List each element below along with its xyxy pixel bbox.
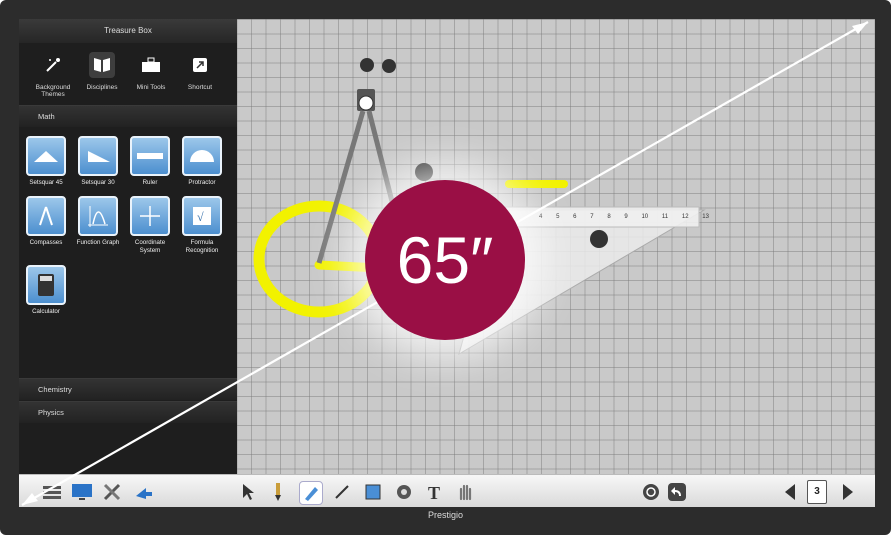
section-physics[interactable]: Physics	[19, 401, 237, 423]
tool-label: Ruler	[142, 179, 158, 186]
tool-label: Calculator	[32, 308, 60, 315]
section-math[interactable]: Math	[19, 105, 237, 127]
layers-icon[interactable]	[41, 481, 63, 503]
tool-protractor[interactable]: Protractor	[178, 136, 226, 187]
tool-function-graph[interactable]: Function Graph	[74, 196, 122, 247]
ruler-tick-label: 8	[607, 214, 611, 220]
category-label: Mini Tools	[136, 84, 166, 91]
function-graph-icon	[78, 196, 118, 236]
page-number: 3	[807, 480, 827, 504]
tools-icon[interactable]	[101, 481, 123, 503]
brand-logo: Prestigio	[427, 510, 463, 520]
select-cursor-icon[interactable]	[237, 481, 259, 503]
setsquare-30-icon	[78, 136, 118, 176]
magic-wand-icon	[40, 52, 66, 78]
coordinate-system-icon	[130, 196, 170, 236]
category-shortcut[interactable]: Shortcut	[175, 52, 225, 91]
share-icon[interactable]	[133, 481, 155, 503]
section-chemistry[interactable]: Chemistry	[19, 378, 237, 400]
svg-text:√: √	[197, 210, 204, 224]
setsquare-45-icon	[26, 136, 66, 176]
category-mini-tools[interactable]: Mini Tools	[126, 52, 176, 91]
ruler-labels: 4 5 6 7 8 9 10 11 12 13	[539, 214, 709, 220]
panel-title: Treasure Box	[19, 19, 237, 43]
ruler-tick-label: 11	[661, 214, 669, 220]
tool-ruler[interactable]: Ruler	[126, 136, 174, 187]
ruler-tick-label: 7	[590, 214, 594, 220]
svg-text:T: T	[428, 483, 440, 501]
tool-coordinate-system[interactable]: Coordinate System	[126, 196, 174, 255]
protractor-icon	[182, 136, 222, 176]
compasses-icon	[26, 196, 66, 236]
category-label: Shortcut	[187, 84, 213, 91]
bottom-toolbar: T 3	[19, 474, 875, 507]
ruler-tick-label: 9	[624, 214, 628, 220]
tool-label: Setsquar 45	[29, 179, 63, 186]
rotate-handle	[415, 163, 433, 181]
ruler-tick-label: 13	[702, 214, 709, 220]
tool-label: Compasses	[29, 239, 63, 246]
formula-recognition-icon: √	[182, 196, 222, 236]
tool-label: Formula Recognition	[185, 239, 219, 254]
tool-label: Protractor	[188, 179, 216, 186]
page-counter[interactable]: 3	[807, 480, 827, 504]
category-label: Disciplines	[86, 84, 118, 91]
category-background-themes[interactable]: Background Themes	[28, 52, 78, 98]
tool-setsquare-45[interactable]: Setsquar 45	[22, 136, 70, 187]
tool-formula-recognition[interactable]: √ Formula Recognition	[178, 196, 226, 255]
tool-label: Setsquar 30	[81, 179, 115, 186]
highlighter-icon[interactable]	[299, 481, 323, 505]
ruler-tick-label: 6	[573, 214, 577, 220]
shortcut-icon	[187, 52, 213, 78]
rectangle-icon[interactable]	[362, 481, 384, 503]
text-icon[interactable]: T	[424, 481, 446, 503]
book-icon	[89, 52, 115, 78]
treasure-box-panel: Treasure Box Background Themes Disciplin…	[19, 19, 237, 474]
ruler-icon	[130, 136, 170, 176]
settings-target-icon[interactable]	[640, 481, 662, 503]
line-icon[interactable]	[331, 481, 353, 503]
previous-page-icon[interactable]	[779, 481, 801, 503]
setsquare-handle	[590, 230, 608, 248]
tool-compasses[interactable]: Compasses	[22, 196, 70, 247]
next-page-icon[interactable]	[837, 481, 859, 503]
monitor-icon[interactable]	[71, 481, 93, 503]
eraser-icon[interactable]	[393, 481, 415, 503]
toolbox-icon	[138, 52, 164, 78]
category-label: Background Themes	[35, 84, 71, 98]
hand-pan-icon[interactable]	[455, 481, 477, 503]
calculator-icon	[26, 265, 66, 305]
ruler-tick-label: 4	[539, 214, 543, 220]
tool-label: Coordinate System	[134, 239, 166, 254]
brush-icon[interactable]	[267, 481, 289, 503]
ruler-tick-label: 10	[641, 214, 649, 220]
tool-label: Function Graph	[76, 239, 120, 246]
undo-icon[interactable]	[666, 481, 688, 503]
ruler-tick-label: 12	[681, 214, 689, 220]
screen-size-badge: 65″	[365, 180, 525, 340]
ruler-tick-label: 5	[556, 214, 560, 220]
tool-calculator[interactable]: Calculator	[22, 265, 70, 316]
category-disciplines[interactable]: Disciplines	[77, 52, 127, 91]
tool-setsquare-30[interactable]: Setsquar 30	[74, 136, 122, 187]
